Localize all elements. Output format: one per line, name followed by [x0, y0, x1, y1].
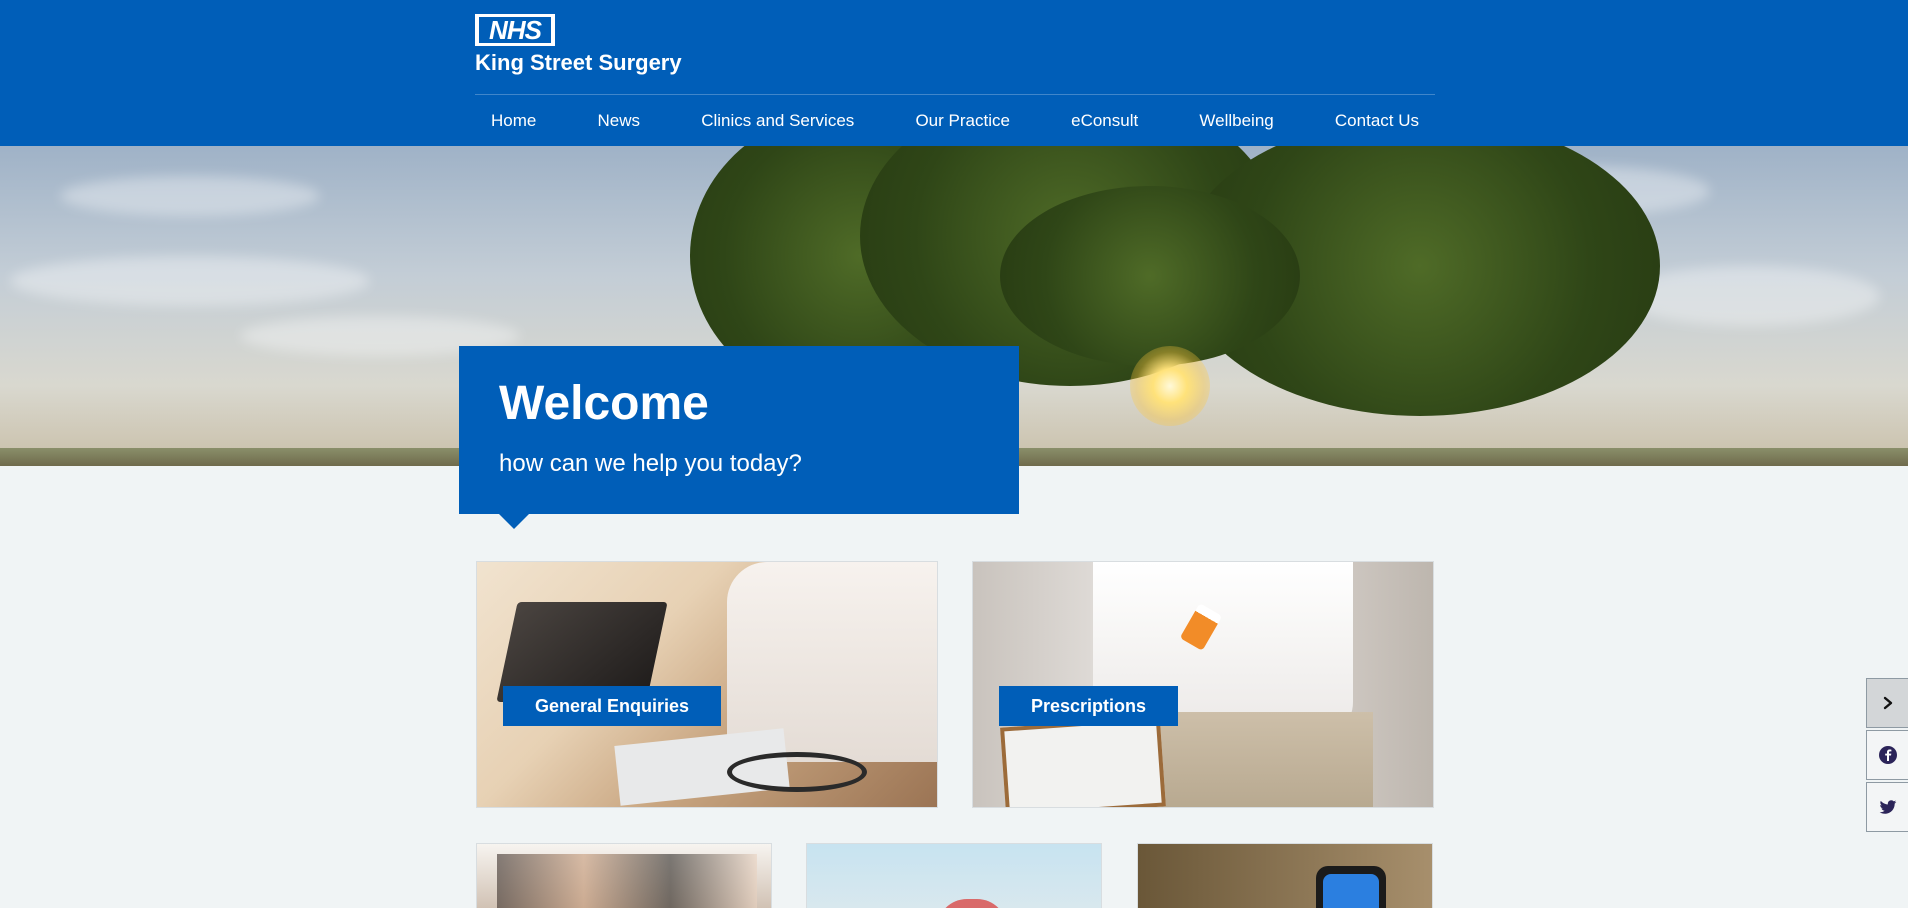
cloud	[10, 256, 370, 306]
nhs-logo-text: NHS	[479, 17, 551, 43]
sunburst	[1130, 346, 1210, 426]
welcome-panel: Welcome how can we help you today?	[459, 346, 1019, 529]
welcome-title: Welcome	[499, 377, 709, 430]
nav-item-news[interactable]: News	[598, 111, 641, 131]
facebook-link[interactable]	[1866, 730, 1908, 780]
patient-trousers	[1133, 712, 1373, 807]
twitter-icon	[1879, 800, 1897, 814]
nhs-logo[interactable]: NHS	[475, 14, 555, 46]
heart-hands-image	[937, 899, 1007, 908]
nav-item-home[interactable]: Home	[491, 111, 536, 131]
chevron-right-icon	[1883, 696, 1893, 710]
card-label-general-enquiries[interactable]: General Enquiries	[503, 686, 722, 726]
card-lower-left[interactable]	[476, 843, 772, 908]
main-nav: Home News Clinics and Services Our Pract…	[475, 96, 1435, 146]
welcome-pointer	[499, 514, 529, 529]
tree-canopy	[1000, 186, 1300, 366]
phone-screen	[1323, 874, 1379, 908]
welcome-subtitle: how can we help you today?	[499, 450, 802, 477]
card-label-prescriptions[interactable]: Prescriptions	[999, 686, 1179, 726]
clipboard	[1000, 716, 1166, 807]
nav-item-clinics-and-services[interactable]: Clinics and Services	[701, 111, 854, 131]
side-panel-toggle[interactable]	[1866, 678, 1908, 728]
site-header: NHS King Street Surgery Home News Clinic…	[0, 0, 1908, 146]
nav-item-econsult[interactable]: eConsult	[1071, 111, 1138, 131]
cloud	[60, 176, 320, 216]
nav-item-contact-us[interactable]: Contact Us	[1335, 111, 1419, 131]
card-prescriptions[interactable]: Prescriptions	[972, 561, 1434, 808]
card-lower-middle[interactable]	[806, 843, 1102, 908]
nav-item-wellbeing[interactable]: Wellbeing	[1199, 111, 1273, 131]
card-general-enquiries[interactable]: General Enquiries	[476, 561, 938, 808]
stethoscope	[727, 752, 867, 792]
header-divider	[475, 94, 1435, 95]
practice-name[interactable]: King Street Surgery	[475, 50, 682, 76]
hands-together-image	[497, 854, 757, 908]
facebook-icon	[1879, 746, 1897, 764]
card-lower-right[interactable]	[1137, 843, 1433, 908]
nav-item-our-practice[interactable]: Our Practice	[915, 111, 1009, 131]
header-inner: NHS King Street Surgery Home News Clinic…	[475, 0, 1435, 146]
twitter-link[interactable]	[1866, 782, 1908, 832]
